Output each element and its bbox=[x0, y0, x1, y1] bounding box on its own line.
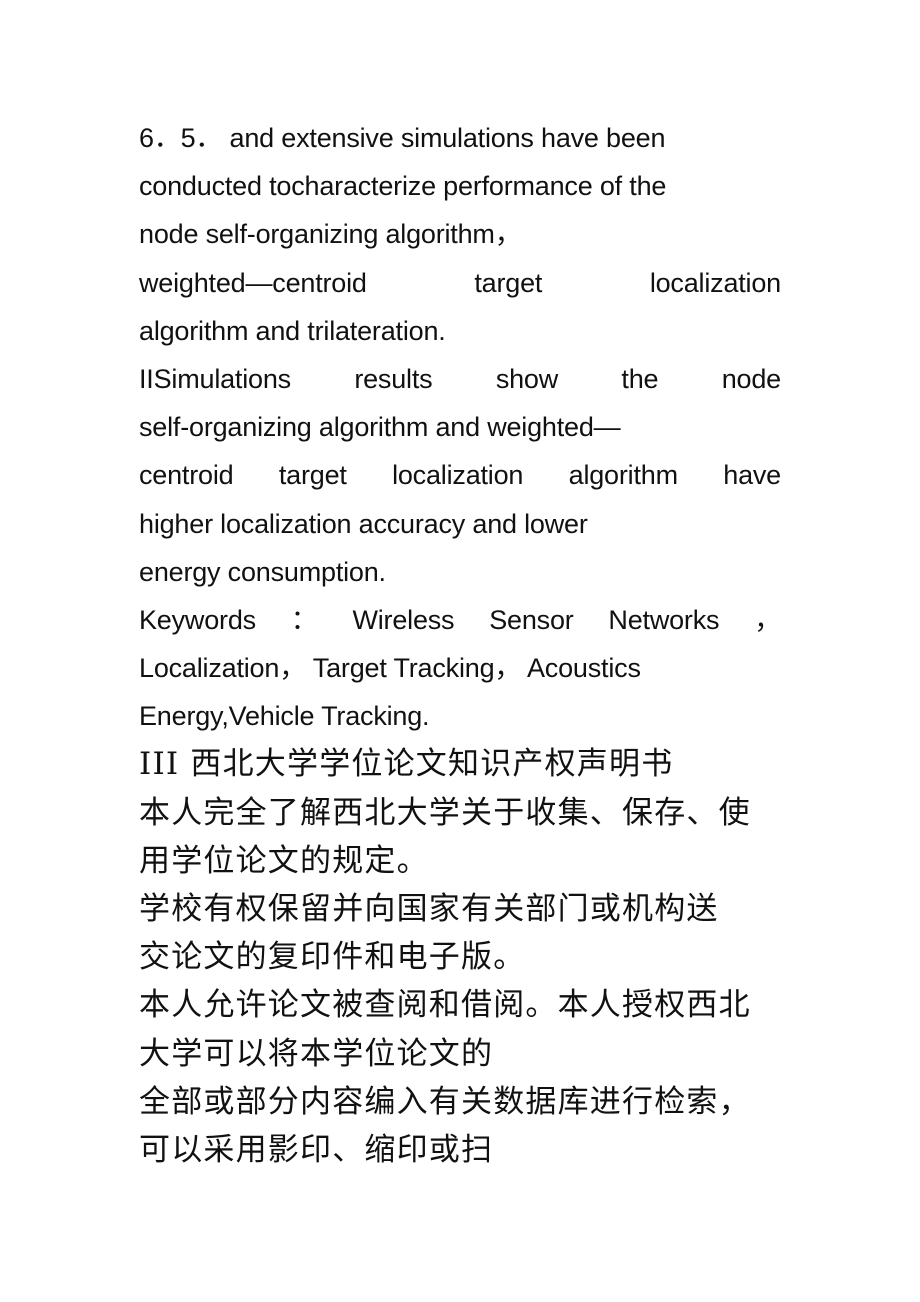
text-line-9: higher localization accuracy and lower bbox=[139, 508, 588, 539]
text-line-1: 6．5． and extensive simulations have been bbox=[139, 123, 666, 153]
word: Keywords bbox=[139, 604, 256, 635]
text-line-17: 学校有权保留并向国家有关部门或机构送 bbox=[139, 891, 719, 927]
text-line-12: Localization， Target Tracking， Acoustics bbox=[139, 653, 641, 684]
word: target bbox=[278, 460, 347, 491]
keywords-line: Keywords ： Wireless Sensor Networks ， bbox=[139, 596, 781, 644]
text-line-21: 全部或部分内容编入有关数据库进行检索， bbox=[139, 1083, 751, 1120]
text-line-20: 大学可以将本学位论文的 bbox=[139, 1035, 494, 1072]
text-line-10: energy consumption. bbox=[139, 556, 386, 587]
word: node bbox=[721, 363, 781, 394]
word: have bbox=[723, 460, 781, 491]
text-line-8: centroid target localization algorithm h… bbox=[139, 451, 781, 499]
word: results bbox=[354, 363, 433, 394]
text-line-16: 用学位论文的规定。 bbox=[139, 842, 429, 879]
text-line-7: self-organizing algorithm and weighted— bbox=[139, 412, 621, 443]
word: Networks bbox=[608, 604, 720, 635]
text-line-22: 可以采用影印、缩印或扫 bbox=[139, 1131, 494, 1168]
word: Wireless bbox=[352, 604, 455, 635]
text-line-18: 交论文的复印件和电子版。 bbox=[139, 939, 526, 976]
word: localization bbox=[392, 460, 524, 491]
word: localization bbox=[649, 267, 781, 298]
word: Sensor bbox=[489, 604, 574, 635]
text-line-3: node self-organizing algorithm， bbox=[139, 219, 522, 250]
word: show bbox=[495, 363, 559, 394]
document-page: 6．5． and extensive simulations have been… bbox=[139, 114, 781, 1174]
word: centroid bbox=[139, 460, 234, 491]
word: algorithm bbox=[568, 460, 678, 491]
word: ： bbox=[290, 604, 318, 635]
text-line-5: algorithm and trilateration. bbox=[139, 315, 446, 346]
text-line-15: 本人完全了解西北大学关于收集、保存、使 bbox=[139, 794, 751, 831]
text-line-19: 本人允许论文被查阅和借阅。本人授权西北 bbox=[139, 987, 751, 1024]
text-line-2: conducted tocharacterize performance of … bbox=[139, 171, 667, 202]
text-line-13: Energy,Vehicle Tracking. bbox=[139, 701, 430, 732]
word: target bbox=[474, 267, 543, 298]
word: the bbox=[621, 363, 659, 394]
text-line-6: IISimulations results show the node bbox=[139, 355, 781, 403]
word: IISimulations bbox=[139, 363, 291, 394]
word: ， bbox=[754, 604, 781, 635]
section-heading: III 西北大学学位论文知识产权声明书 bbox=[139, 746, 674, 783]
word: weighted—centroid bbox=[139, 267, 367, 298]
text-line-4: weighted—centroid target localization bbox=[139, 259, 781, 307]
